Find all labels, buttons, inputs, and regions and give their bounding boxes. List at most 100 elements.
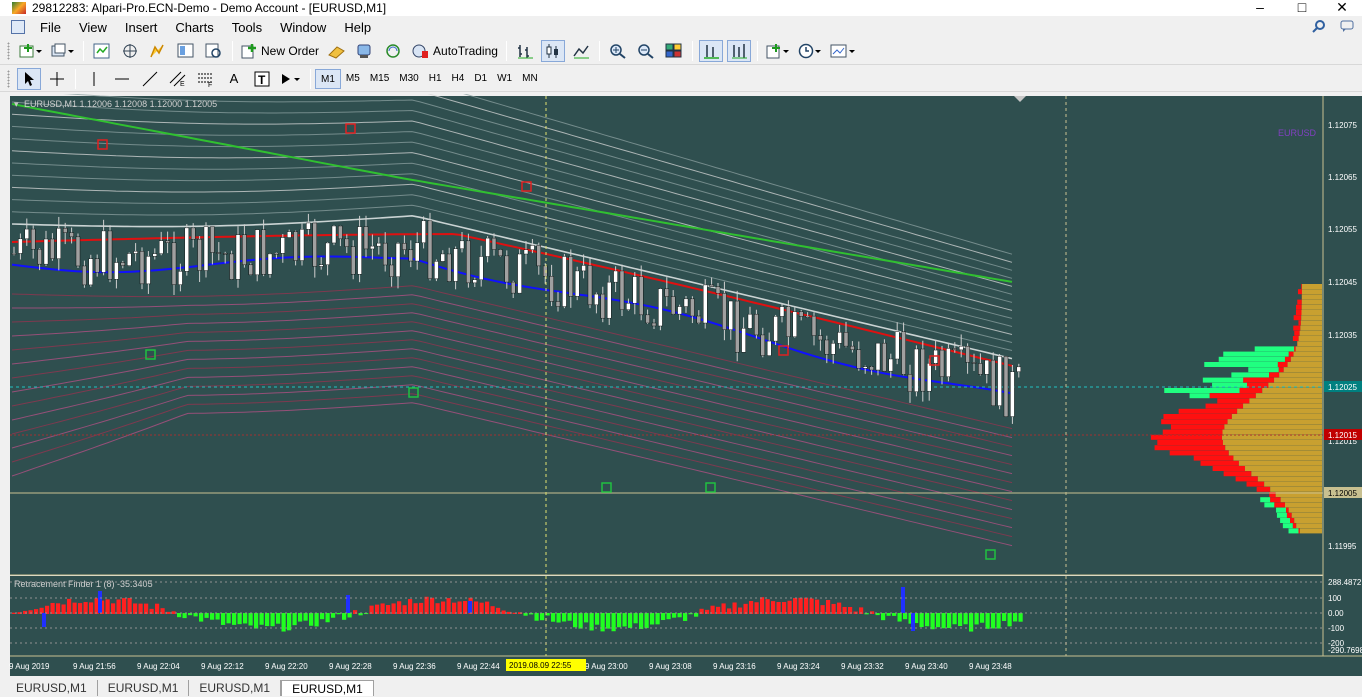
candle-body <box>882 343 886 371</box>
timeframe-m5[interactable]: M5 <box>341 69 365 89</box>
profile-bar <box>1213 466 1245 471</box>
toolbar-grip[interactable] <box>7 70 10 88</box>
histogram-bar <box>463 601 467 614</box>
histogram-bar <box>623 613 627 626</box>
svg-text:▾: ▾ <box>14 99 19 109</box>
histogram-bar <box>111 603 115 614</box>
profile-bar <box>1300 331 1322 336</box>
profile-bar <box>1298 320 1300 325</box>
chart-window[interactable]: ▾ EURUSD,M1 1.12006 1.12008 1.12000 1.12… <box>6 94 1362 676</box>
line-chart-button[interactable] <box>569 40 593 62</box>
navigator-button[interactable] <box>146 40 170 62</box>
profile-bar <box>1243 378 1274 383</box>
horizontal-line-button[interactable] <box>110 68 134 90</box>
candle-body <box>556 301 560 306</box>
crosshair-time-label: 2019.08.09 22:55 <box>509 661 572 670</box>
candle-body <box>50 239 54 259</box>
profile-bar <box>1293 523 1296 528</box>
candle-body <box>959 346 963 350</box>
histogram-bar <box>265 613 269 626</box>
timeframe-h4[interactable]: H4 <box>447 69 470 89</box>
chart-tab[interactable]: EURUSD,M1 <box>189 680 281 696</box>
auto-scroll-button[interactable] <box>699 40 723 62</box>
menu-window[interactable]: Window <box>271 20 335 35</box>
arrows-button[interactable] <box>278 68 304 90</box>
autotrading-label: AutoTrading <box>433 44 498 58</box>
equidistant-channel-button[interactable]: E <box>166 68 190 90</box>
templates-button[interactable] <box>828 40 858 62</box>
profile-bar <box>1258 476 1322 481</box>
profiles-button[interactable] <box>49 40 77 62</box>
menu-tools[interactable]: Tools <box>223 20 271 35</box>
market-watch-button[interactable] <box>90 40 114 62</box>
text-tool-button[interactable]: A <box>222 68 246 90</box>
histogram-bar <box>243 613 247 623</box>
text-label-button[interactable]: T <box>250 68 274 90</box>
chart-tab[interactable]: EURUSD,M1 <box>98 680 190 696</box>
candlestick-button[interactable] <box>541 40 565 62</box>
histogram-bar <box>947 613 951 628</box>
drawing-toolbar: E F A T M1 M5 M15 M30 H1 H4 D1 W1 MN <box>0 66 1362 92</box>
main-plot-area[interactable] <box>10 96 1323 575</box>
toolbar-grip[interactable] <box>7 42 10 60</box>
toolbar-separator <box>599 41 600 61</box>
data-window-button[interactable] <box>118 40 142 62</box>
strategy-tester-button[interactable] <box>202 40 226 62</box>
bar-chart-button[interactable] <box>513 40 537 62</box>
menu-file[interactable]: File <box>31 20 70 35</box>
community-button[interactable] <box>381 40 405 62</box>
metaeditor-button[interactable] <box>325 40 349 62</box>
maximize-icon[interactable]: □ <box>1282 0 1322 16</box>
candle-body <box>633 277 637 304</box>
timeframe-h1[interactable]: H1 <box>424 69 447 89</box>
profile-bar <box>1285 357 1291 362</box>
menu-help[interactable]: Help <box>335 20 380 35</box>
chart-shift-button[interactable] <box>727 40 751 62</box>
timeframe-m1[interactable]: M1 <box>315 69 341 89</box>
autotrading-button[interactable]: AutoTrading <box>409 40 500 62</box>
profile-bar <box>1280 518 1290 523</box>
chart-tab-active[interactable]: EURUSD,M1 <box>281 680 374 696</box>
indicators-button[interactable] <box>764 40 792 62</box>
periods-button[interactable] <box>796 40 824 62</box>
menu-view[interactable]: View <box>70 20 116 35</box>
zoom-out-button[interactable] <box>634 40 658 62</box>
chart-tab[interactable]: EURUSD,M1 <box>6 680 98 696</box>
candle-body <box>575 271 579 296</box>
fibonacci-button[interactable]: F <box>194 68 218 90</box>
tile-windows-button[interactable] <box>662 40 686 62</box>
chart-canvas[interactable]: ▾ EURUSD,M1 1.12006 1.12008 1.12000 1.12… <box>6 94 1362 676</box>
cursor-tool-button[interactable] <box>17 68 41 90</box>
chat-icon[interactable] <box>1340 19 1354 33</box>
timeframe-d1[interactable]: D1 <box>469 69 492 89</box>
close-icon[interactable]: ✕ <box>1322 0 1362 16</box>
signals-button[interactable] <box>353 40 377 62</box>
profile-bar <box>1231 372 1269 377</box>
profile-bar <box>1224 471 1252 476</box>
timeframe-m30[interactable]: M30 <box>394 69 423 89</box>
timeframe-mn[interactable]: MN <box>517 69 543 89</box>
candle-body <box>972 362 976 363</box>
menu-charts[interactable]: Charts <box>166 20 222 35</box>
candle-body <box>140 251 144 284</box>
menu-insert[interactable]: Insert <box>116 20 167 35</box>
profile-bar <box>1270 497 1280 502</box>
new-chart-button[interactable] <box>17 40 45 62</box>
timeframe-w1[interactable]: W1 <box>492 69 517 89</box>
profile-bar <box>1219 357 1285 362</box>
minimize-icon[interactable]: – <box>1240 0 1280 16</box>
new-order-button[interactable]: New Order <box>239 40 321 62</box>
timeframe-m15[interactable]: M15 <box>365 69 394 89</box>
vertical-line-button[interactable] <box>82 68 106 90</box>
candle-body <box>838 332 842 343</box>
profile-bar <box>1287 513 1292 518</box>
terminal-button[interactable] <box>174 40 198 62</box>
search-icon[interactable] <box>1312 19 1326 33</box>
profile-bar <box>1294 315 1302 320</box>
trendline-button[interactable] <box>138 68 162 90</box>
crosshair-tool-button[interactable] <box>45 68 69 90</box>
candle-body <box>351 247 355 275</box>
histogram-bar <box>749 601 753 614</box>
toolbar-separator <box>310 69 311 89</box>
zoom-in-button[interactable] <box>606 40 630 62</box>
